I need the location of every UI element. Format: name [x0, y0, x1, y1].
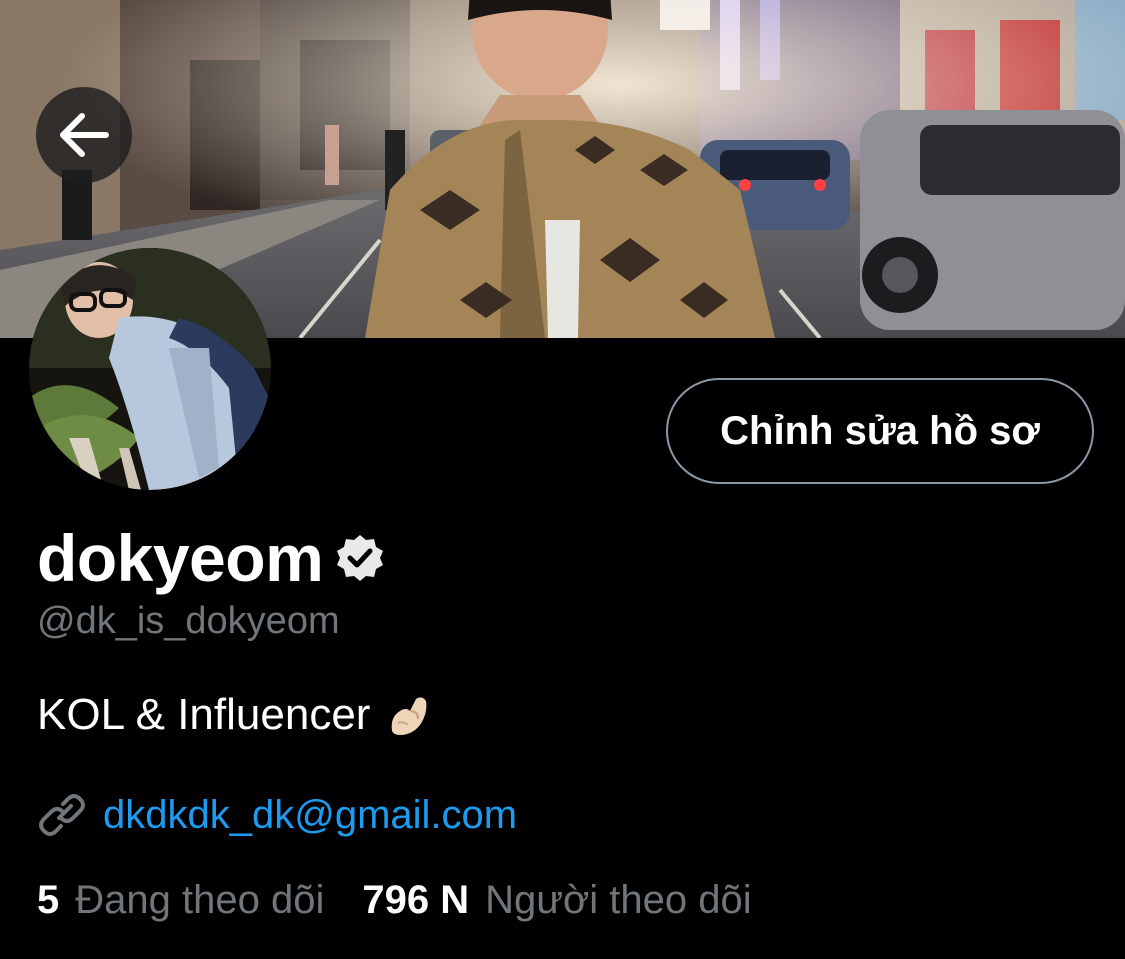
bio-text: KOL & Influencer — [37, 690, 371, 739]
display-name: dokyeom — [37, 521, 324, 595]
user-handle: @dk_is_dokyeom — [37, 600, 340, 642]
followers-stat[interactable]: 796 N Người theo dõi — [362, 878, 751, 923]
profile-name-row: dokyeom — [37, 520, 385, 596]
avatar-image — [29, 248, 271, 490]
profile-link-row: dkdkdk_dk@gmail.com — [37, 790, 517, 840]
verified-badge-icon[interactable] — [335, 533, 385, 583]
following-count: 5 — [37, 878, 60, 922]
followers-count: 796 N — [362, 878, 470, 922]
following-stat[interactable]: 5 Đang theo dõi — [37, 878, 324, 923]
edit-profile-button[interactable]: Chỉnh sửa hồ sơ — [666, 378, 1094, 484]
arrow-left-icon — [60, 113, 109, 157]
profile-bio: KOL & Influencer — [37, 690, 432, 740]
profile-link[interactable]: dkdkdk_dk@gmail.com — [103, 793, 517, 838]
link-icon — [37, 790, 87, 840]
avatar[interactable] — [29, 248, 271, 490]
back-button[interactable] — [36, 87, 132, 183]
followers-label: Người theo dõi — [485, 878, 752, 922]
following-label: Đang theo dõi — [75, 878, 325, 922]
pinching-hand-emoji — [384, 691, 432, 739]
follow-stats: 5 Đang theo dõi 796 N Người theo dõi — [37, 878, 752, 923]
